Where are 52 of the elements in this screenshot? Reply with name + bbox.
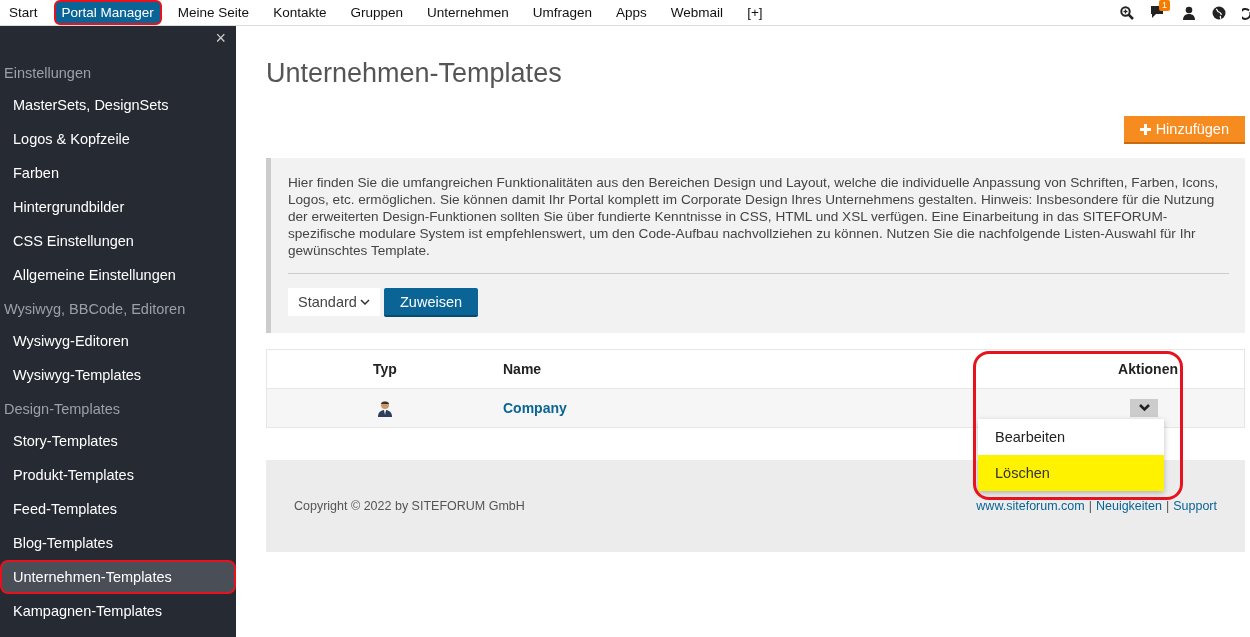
nav-link[interactable]: Kontakte — [265, 0, 335, 25]
close-button[interactable]: × — [215, 29, 226, 47]
nav-link[interactable]: Portal Manager — [53, 0, 162, 25]
column-header: Typ — [373, 361, 397, 377]
copyright-text: Copyright © 2022 by SITEFORUM GmbH — [294, 499, 525, 513]
assign-button[interactable]: Zuweisen — [384, 288, 479, 317]
info-text: Hier finden Sie die umfangreichen Funktionalitäten aus den Bereichen Design und Layout, welche die individuelle Anpassung von Schriften, Farben, Icons, Logos, etc. ermöglichen. Sie können damit Ihr Portal komplett im Corporate Design Ihres Unternehmens gestalten. Hinweis: Insbesondere für die Nutzung der erweiterten Design-Funktionen sollten Sie über fundierte Kenntnisse in CSS, HTML und XSL verfügen. Eine Einarbeitung in das SITEFORUM-spezifische modulare System ist empfehlenswert, um den Code-Aufbau nachvollziehen zu können. Nutzen Sie die nachfolgende Listen-Auswahl für Ihr gewünschtes Template. — [288, 174, 1220, 259]
nav-link[interactable]: Apps — [608, 0, 655, 25]
separator: | — [1088, 499, 1092, 513]
sidebar-item[interactable]: Blog-Templates — [0, 526, 236, 560]
zoom-icon[interactable] — [1120, 5, 1134, 20]
sidebar-item[interactable]: Produkt-Templates — [0, 458, 236, 492]
page-title: Unternehmen-Templates — [266, 58, 563, 89]
menu-item[interactable]: Bearbeiten — [978, 419, 1164, 455]
column-header: Aktionen — [1118, 361, 1178, 377]
menu-item[interactable]: Löschen — [978, 455, 1164, 491]
footer-link[interactable]: Neuigkeiten — [1095, 499, 1162, 513]
nav-link[interactable]: [+] — [739, 0, 771, 25]
template-link[interactable]: Company — [503, 400, 567, 416]
chevron-down-icon — [1138, 404, 1150, 412]
sidebar-item[interactable]: Feed-Templates — [0, 492, 236, 526]
nav-link[interactable]: Start — [1, 0, 46, 25]
actions-dropdown-button[interactable] — [1130, 399, 1158, 417]
separator: | — [1165, 499, 1170, 513]
column-header: Name — [503, 361, 542, 377]
template-select[interactable]: Standard — [288, 288, 380, 316]
footer-link[interactable]: www.siteforum.com — [976, 499, 1085, 513]
sidebar-item[interactable]: Wysiwyg-Editoren — [0, 324, 236, 358]
sidebar-item[interactable]: Hintergrundbilder — [0, 190, 236, 224]
sidebar-item[interactable]: CSS Einstellungen — [0, 224, 236, 258]
nav-link[interactable]: Meine Seite — [169, 0, 258, 25]
sidebar-item[interactable]: MasterSets, DesignSets — [0, 88, 236, 122]
footer-link[interactable]: Support — [1173, 499, 1217, 513]
section-heading: Einstellungen — [3, 64, 93, 83]
sidebar-item[interactable]: Logos & Kopfzeile — [0, 122, 236, 156]
person-icon — [377, 399, 393, 417]
section-heading: Design-Templates — [3, 400, 122, 419]
sidebar-item[interactable]: Kampagnen-Templates — [0, 594, 236, 628]
sidebar-item[interactable]: Farben — [0, 156, 236, 190]
plus-icon — [1139, 123, 1151, 135]
nav-link[interactable]: Umfragen — [524, 0, 601, 25]
sidebar-item[interactable]: Wysiwyg-Templates — [0, 358, 236, 392]
sidebar-item[interactable]: Allgemeine Einstellungen — [0, 258, 236, 292]
section-heading: Wysiwyg, BBCode, Editoren — [3, 300, 187, 319]
chevron-down-icon — [360, 299, 370, 305]
notification-badge: 1 — [1159, 0, 1170, 11]
sidebar-item[interactable]: Unternehmen-Templates — [0, 560, 236, 594]
nav-link[interactable]: Unternehmen — [418, 0, 517, 25]
user-icon[interactable] — [1182, 5, 1196, 20]
sidebar-item[interactable]: Story-Templates — [0, 424, 236, 458]
nav-link[interactable]: Webmail — [662, 0, 732, 25]
nav-link[interactable]: Gruppen — [342, 0, 411, 25]
